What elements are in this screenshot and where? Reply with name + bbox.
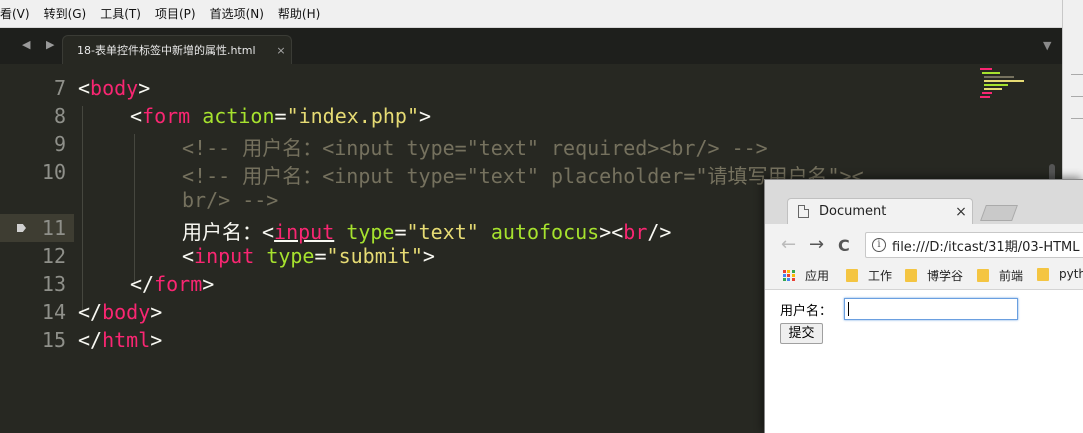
folder-icon [905,269,917,282]
browser-tab-close-icon[interactable]: × [950,204,972,220]
editor-tab-label: 18-表单控件标签中新增的属性.html [77,44,256,57]
line-number: 15 [41,328,66,352]
code-line-8: <form action="index.php"> [130,104,432,128]
info-icon[interactable]: i [872,238,886,252]
bookmarks-bar: 应用 工作 博学谷 前端 pyth [765,260,1083,290]
line-number: 8 [53,104,66,128]
code-line-10-wrap: br/> --> [182,188,279,212]
minimap[interactable] [978,66,1028,106]
username-input[interactable] [844,298,1018,320]
username-label: 用户名： [780,304,833,319]
tab-close-icon[interactable]: × [271,44,291,57]
line-number: 14 [41,300,66,324]
submit-button[interactable]: 提交 [780,323,823,344]
back-arrow-icon[interactable]: ← [781,234,796,255]
code-line-10: <!-- 用户名：<input type="text" placeholder=… [182,164,864,188]
code-line-7: <body> [78,76,151,100]
folder-icon [1037,267,1049,281]
browser-tab-strip: Document × [765,180,1083,224]
code-line-15: </html> [78,328,163,352]
address-url: file:///D:/itcast/31期/03-HTML [892,239,1080,255]
code-line-14: </body> [78,300,163,324]
code-line-9: <!-- 用户名：<input type="text" required><br… [182,136,768,160]
tab-dropdown-icon[interactable]: ▼ [1043,39,1051,52]
browser-window: Document × ← → C i file:///D:/itcast/31期… [764,179,1083,433]
line-number: 10 [41,160,66,184]
bookmark-frontend[interactable]: 前端 [977,267,1023,284]
folder-icon [977,269,989,282]
apps-grid-icon [783,269,795,282]
code-line-12: <input type="submit"> [182,244,435,268]
menu-view[interactable]: 看(V) [0,5,37,22]
menu-tools[interactable]: 工具(T) [93,5,148,22]
tab-nav-arrows-icon[interactable]: ◀ ▶ [22,38,60,51]
forward-arrow-icon[interactable]: → [809,234,824,255]
new-tab-button[interactable] [980,205,1018,221]
menu-project[interactable]: 项目(P) [148,5,203,22]
document-icon [798,205,809,218]
indent-guide [82,106,83,314]
reload-icon[interactable]: C [838,236,850,255]
browser-tab[interactable]: Document × [787,198,973,224]
menu-goto[interactable]: 转到(G) [37,5,94,22]
indent-guide [134,134,135,286]
browser-tab-title: Document [819,204,887,219]
folder-icon [846,269,858,282]
bookmark-work[interactable]: 工作 [846,267,892,284]
menu-help[interactable]: 帮助(H) [271,5,327,22]
address-bar[interactable]: i file:///D:/itcast/31期/03-HTML [865,232,1083,258]
line-number: 9 [53,132,66,156]
line-number: 11 [41,216,66,240]
menu-bar: 看(V) 转到(G) 工具(T) 项目(P) 首选项(N) 帮助(H) [0,0,1062,28]
bookmark-apps[interactable]: 应用 [783,267,829,284]
menu-preferences[interactable]: 首选项(N) [203,5,271,22]
line-number: 7 [53,76,66,100]
editor-tab-bar: ◀ ▶ 18-表单控件标签中新增的属性.html × ▼ [0,28,1062,64]
page-content: 用户名： 提交 [765,291,1083,433]
bookmark-python[interactable]: pyth [1037,267,1083,281]
text-caret [848,302,849,316]
editor-tab-active[interactable]: 18-表单控件标签中新增的属性.html × [62,35,292,64]
line-number: 13 [41,272,66,296]
code-line-11: 用户名：<input type="text" autofocus><br/> [182,220,672,244]
bookmark-boxuegu[interactable]: 博学谷 [905,267,963,284]
line-number: 12 [41,244,66,268]
code-line-13: </form> [130,272,215,296]
